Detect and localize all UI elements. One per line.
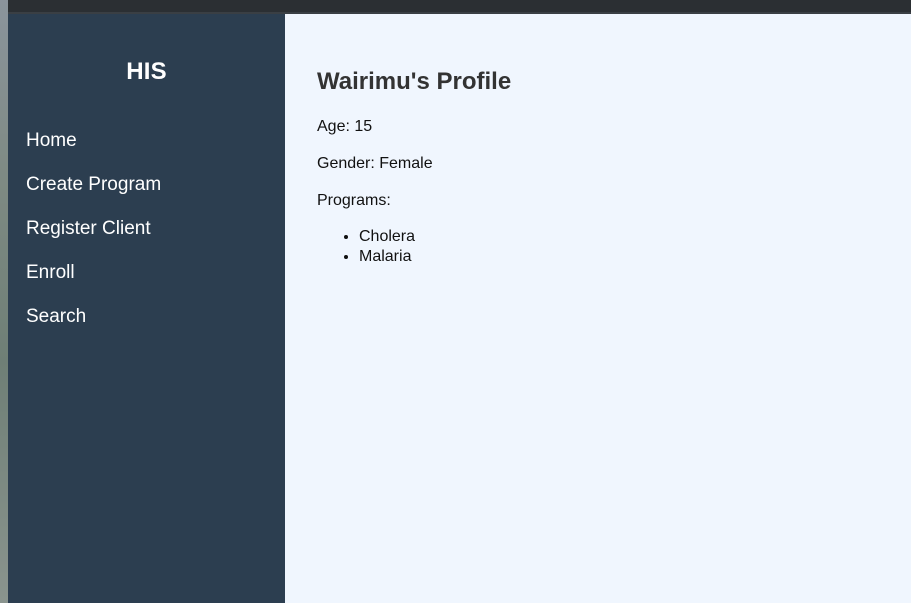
list-item: Malaria <box>359 247 911 267</box>
app-window: HIS Home Create Program Register Client … <box>8 14 911 603</box>
sidebar-item-search[interactable]: Search <box>8 298 285 342</box>
page-title: Wairimu's Profile <box>317 68 512 95</box>
programs-label: Programs: <box>317 192 391 209</box>
sidebar-item-home[interactable]: Home <box>8 122 285 166</box>
main-content: Wairimu's Profile Age: 15 Gender: Female… <box>285 14 911 603</box>
sidebar-nav: Home Create Program Register Client Enro… <box>8 122 285 342</box>
programs-list: Cholera Malaria <box>317 227 911 267</box>
gender-text: Gender: Female <box>317 155 433 172</box>
sidebar-item-enroll[interactable]: Enroll <box>8 254 285 298</box>
list-item: Cholera <box>359 227 911 247</box>
app-brand: HIS <box>126 58 167 85</box>
desktop-background-edge <box>0 0 8 603</box>
window-top-bar <box>8 0 911 14</box>
sidebar: HIS Home Create Program Register Client … <box>8 14 285 603</box>
sidebar-item-register-client[interactable]: Register Client <box>8 210 285 254</box>
sidebar-item-create-program[interactable]: Create Program <box>8 166 285 210</box>
age-text: Age: 15 <box>317 118 373 135</box>
